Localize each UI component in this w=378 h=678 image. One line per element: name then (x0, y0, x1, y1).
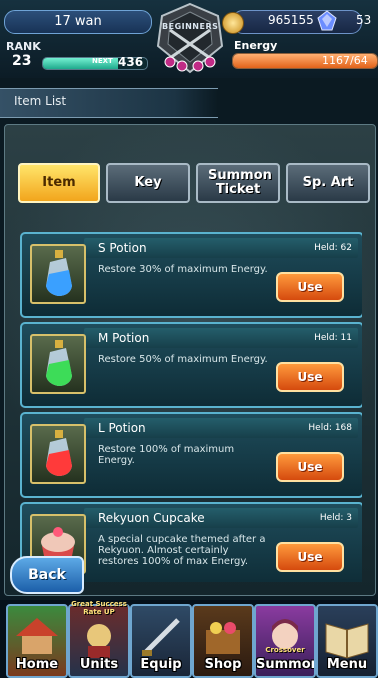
nav-label: Summon (256, 657, 316, 672)
item-list[interactable]: S Potion Held: 62 Restore 30% of maximum… (20, 232, 362, 582)
nav-menu[interactable]: Menu (316, 604, 378, 678)
item-held-count: Held: 3 (319, 513, 352, 523)
tab-label: Key (134, 175, 162, 190)
list-item[interactable]: L Potion Held: 168 Restore 100% of maxim… (20, 412, 362, 498)
back-button[interactable]: Back (10, 556, 84, 594)
lapis-gem-icon (317, 10, 337, 31)
tab-sp-art[interactable]: Sp. Art (286, 163, 370, 203)
nav-label: Units (79, 657, 119, 672)
use-button[interactable]: Use (276, 542, 344, 572)
rank-value: 23 (12, 53, 32, 69)
blue-potion-icon (30, 244, 86, 304)
tab-label: Summon Ticket (208, 168, 272, 197)
item-held-count: Held: 168 (308, 423, 352, 433)
item-description: A special cupcake themed after a Rekyuon… (98, 534, 266, 567)
use-button[interactable]: Use (276, 362, 344, 392)
next-exp-value: 436 (118, 55, 144, 69)
nav-label: Menu (326, 657, 368, 672)
gem-value: 53 (356, 13, 372, 27)
nav-label: Home (15, 657, 59, 672)
list-item[interactable]: M Potion Held: 11 Restore 50% of maximum… (20, 322, 362, 408)
rank-label: RANK (6, 40, 41, 53)
gil-coin-icon (222, 12, 244, 34)
item-name: S Potion (98, 241, 147, 255)
item-description: Restore 30% of maximum Energy. (98, 264, 268, 275)
use-button[interactable]: Use (276, 452, 344, 482)
item-name: Rekyuon Cupcake (98, 511, 205, 525)
units-badge: Great Success Rate UP (71, 600, 127, 616)
item-name: L Potion (98, 421, 146, 435)
nav-summon[interactable]: Summon (254, 604, 316, 678)
item-description: Restore 50% of maximum Energy. (98, 354, 268, 365)
page-title: Item List (14, 94, 67, 108)
tab-label: Item (42, 175, 76, 190)
player-name[interactable]: 17 wan (4, 10, 152, 34)
nav-label: Equip (140, 657, 182, 672)
item-held-count: Held: 11 (314, 333, 352, 343)
tab-label: Sp. Art (302, 175, 354, 190)
item-held-count: Held: 62 (314, 243, 352, 253)
tab-item[interactable]: Item (18, 163, 100, 203)
list-item[interactable]: S Potion Held: 62 Restore 30% of maximum… (20, 232, 362, 318)
red-potion-icon (30, 424, 86, 484)
nav-shop[interactable]: Shop (192, 604, 254, 678)
next-label: NEXT (92, 57, 113, 65)
tab-summon-ticket[interactable]: Summon Ticket (196, 163, 280, 203)
gil-value: 965155 (268, 13, 314, 27)
energy-label: Energy (234, 39, 278, 52)
tab-key[interactable]: Key (106, 163, 190, 203)
green-potion-icon (30, 334, 86, 394)
beginners-emblem-icon (156, 2, 224, 74)
nav-home[interactable]: Home (6, 604, 68, 678)
use-button[interactable]: Use (276, 272, 344, 302)
nav-equip[interactable]: Equip (130, 604, 192, 678)
summon-badge: Crossover (265, 646, 305, 654)
emblem-title: BEGINNERS (162, 22, 219, 31)
item-name: M Potion (98, 331, 150, 345)
item-description: Restore 100% of maximum Energy. (98, 444, 235, 466)
energy-value: 1167/64 (322, 54, 368, 67)
nav-label: Shop (204, 657, 242, 672)
